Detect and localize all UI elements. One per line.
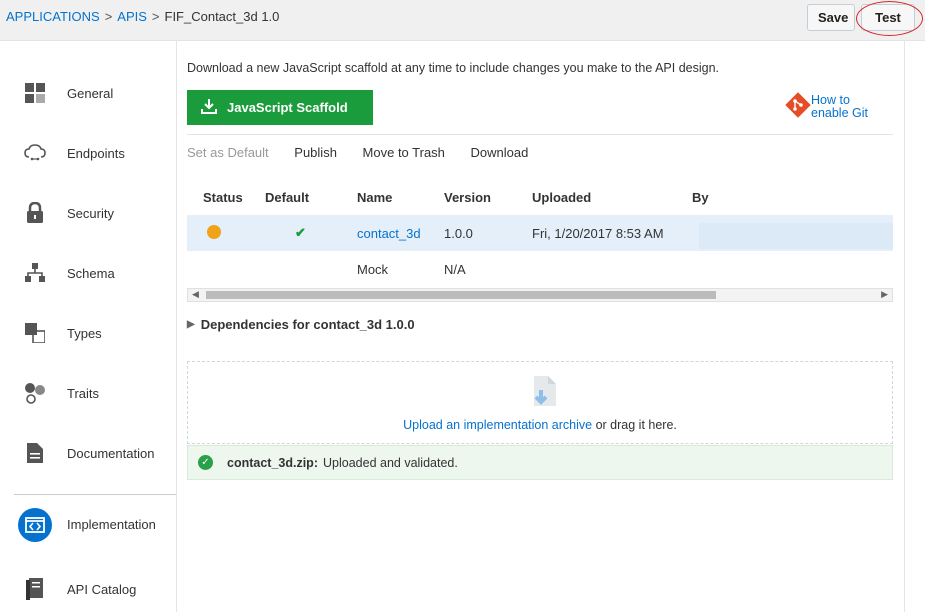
- col-uploaded: Uploaded: [532, 189, 592, 205]
- git-icon: [785, 92, 811, 121]
- upload-instructions: Upload an implementation archive or drag…: [188, 418, 892, 432]
- breadcrumb-applications[interactable]: APPLICATIONS: [6, 9, 100, 24]
- document-icon: [18, 436, 52, 470]
- implementation-panel: Download a new JavaScript scaffold at an…: [176, 41, 905, 612]
- sidebar-item-api-catalog[interactable]: API Catalog: [14, 559, 176, 612]
- test-button[interactable]: Test: [861, 4, 915, 31]
- sidebar-item-label: General: [67, 85, 114, 101]
- version-toolbar: Set as Default Publish Move to Trash Dow…: [187, 145, 550, 160]
- status-pending-icon: [207, 224, 221, 239]
- upload-dropzone[interactable]: Upload an implementation archive or drag…: [187, 361, 893, 444]
- table-row[interactable]: ✔ contact_3d 1.0.0 Fri, 1/20/2017 8:53 A…: [187, 215, 893, 251]
- col-name: Name: [357, 189, 393, 205]
- breadcrumb-current: FIF_Contact_3d 1.0: [164, 9, 280, 24]
- git-line2: enable Git: [811, 105, 868, 120]
- javascript-scaffold-button[interactable]: JavaScript Scaffold: [187, 90, 373, 125]
- catalog-icon: [18, 572, 52, 606]
- scroll-left-icon[interactable]: ◀: [192, 289, 199, 300]
- breadcrumb-separator: >: [104, 9, 113, 24]
- header-bar: APPLICATIONS > APIS > FIF_Contact_3d 1.0 Sav…: [0, 0, 925, 41]
- upload-drag-text: or drag it here.: [592, 418, 677, 432]
- sidebar-item-label: Types: [67, 325, 102, 341]
- by-cell: [699, 223, 893, 249]
- uploaded-cell: Fri, 1/20/2017 8:53 AM: [532, 225, 664, 241]
- expand-triangle-icon: ▶: [187, 319, 195, 330]
- lock-icon: [18, 196, 52, 230]
- horizontal-scrollbar[interactable]: ◀ ▶: [187, 288, 893, 302]
- code-icon: [18, 507, 52, 542]
- sidebar-item-general[interactable]: General: [14, 63, 176, 123]
- col-default: Default: [265, 189, 310, 205]
- table-header: Status Default Name Version Uploaded By: [187, 179, 893, 215]
- breadcrumb-apis[interactable]: APIS: [117, 9, 147, 24]
- upload-success-message: ✓ contact_3d.zip: Uploaded and validated…: [187, 445, 893, 480]
- publish-button[interactable]: Publish: [294, 145, 337, 160]
- git-line1: How to: [811, 92, 850, 107]
- sidebar-item-implementation[interactable]: Implementation: [14, 494, 176, 554]
- breadcrumb-separator: >: [151, 9, 160, 24]
- success-check-icon: ✓: [198, 455, 213, 470]
- sidebar-item-label: Schema: [67, 265, 115, 281]
- sidebar-item-documentation[interactable]: Documentation: [14, 423, 176, 483]
- sidebar-item-types[interactable]: Types: [14, 303, 176, 363]
- sidebar: General Endpoints Security Schema Types …: [0, 41, 176, 612]
- sidebar-item-label: Security: [67, 205, 114, 221]
- status-cell: [187, 224, 265, 242]
- col-version: Version: [444, 189, 491, 205]
- sidebar-item-label: Endpoints: [67, 145, 125, 161]
- scroll-thumb[interactable]: [206, 291, 716, 299]
- upload-file-icon: [530, 376, 556, 413]
- upload-archive-link[interactable]: Upload an implementation archive: [403, 418, 592, 432]
- version-cell: N/A: [444, 261, 466, 277]
- divider: [187, 134, 893, 135]
- sidebar-item-endpoints[interactable]: Endpoints: [14, 123, 176, 183]
- col-by: By: [692, 189, 709, 205]
- scaffold-button-label: JavaScript Scaffold: [227, 100, 348, 115]
- set-as-default-button[interactable]: Set as Default: [187, 145, 269, 160]
- sidebar-item-security[interactable]: Security: [14, 183, 176, 243]
- grid-icon: [18, 76, 52, 110]
- enable-git-text: How to enable Git: [811, 92, 868, 120]
- default-cell: ✔: [265, 225, 357, 241]
- cloud-icon: [18, 136, 52, 170]
- table-row[interactable]: Mock N/A: [187, 251, 893, 287]
- versions-table: Status Default Name Version Uploaded By …: [187, 179, 893, 287]
- sidebar-item-label: Traits: [67, 385, 100, 401]
- scaffold-description: Download a new JavaScript scaffold at an…: [187, 61, 720, 75]
- sidebar-item-schema[interactable]: Schema: [14, 243, 176, 303]
- success-text: Uploaded and validated.: [323, 455, 458, 470]
- sidebar-item-label: API Catalog: [67, 581, 137, 597]
- sidebar-item-traits[interactable]: Traits: [14, 363, 176, 423]
- col-status: Status: [203, 189, 243, 205]
- implementation-name-link[interactable]: contact_3d: [357, 226, 444, 241]
- save-button[interactable]: Save: [807, 4, 855, 31]
- sidebar-item-label: Implementation: [67, 517, 156, 532]
- traits-icon: [18, 376, 52, 410]
- move-to-trash-button[interactable]: Move to Trash: [363, 145, 445, 160]
- dependencies-toggle[interactable]: ▶ Dependencies for contact_3d 1.0.0: [187, 317, 415, 332]
- sidebar-item-label: Documentation: [67, 445, 155, 461]
- uploaded-file-name: contact_3d.zip:: [227, 455, 318, 470]
- dependencies-label: Dependencies for contact_3d 1.0.0: [200, 317, 415, 332]
- enable-git-link[interactable]: How to enable Git: [785, 92, 868, 121]
- version-cell: 1.0.0: [444, 225, 473, 241]
- hierarchy-icon: [18, 256, 52, 290]
- types-icon: [18, 316, 52, 350]
- scroll-right-icon[interactable]: ▶: [881, 289, 888, 300]
- checkmark-icon: ✔: [295, 225, 306, 240]
- breadcrumb: APPLICATIONS > APIS > FIF_Contact_3d 1.0: [6, 9, 279, 24]
- download-button[interactable]: Download: [471, 145, 529, 160]
- name-cell: Mock: [357, 261, 389, 277]
- download-icon: [201, 98, 217, 117]
